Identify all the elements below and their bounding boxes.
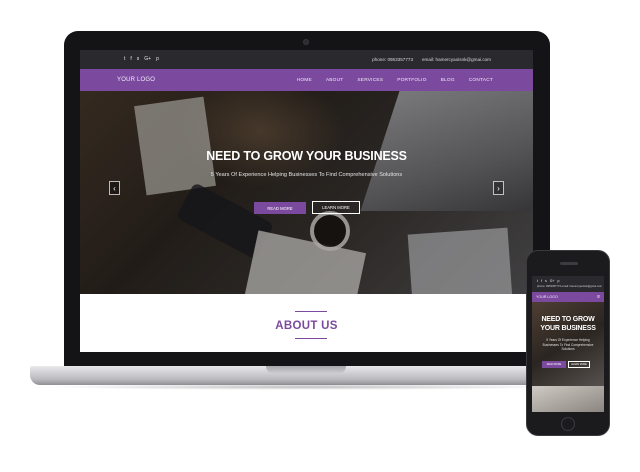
phone-contact-info: phone: 0953357773 email: hamercyaoisnk@g…: [537, 285, 603, 289]
pinterest-icon[interactable]: p: [156, 57, 159, 62]
twitter-icon[interactable]: t: [124, 57, 125, 62]
phone-site-logo[interactable]: YOUR LOGO: [536, 295, 558, 299]
main-nav: YOUR LOGO HOME ABOUT SERVICES PORTFOLIO …: [80, 69, 533, 91]
google-plus-icon[interactable]: G+: [550, 279, 555, 284]
about-section: ABOUT US: [80, 294, 533, 352]
hero-banner: NEED TO GROW YOUR BUSINESS 5 Years Of Ex…: [80, 91, 533, 294]
site-logo[interactable]: YOUR LOGO: [117, 77, 155, 83]
hero-subtitle: 5 Years Of Experience Helping Businesses…: [210, 172, 403, 178]
pinterest-icon[interactable]: p: [558, 279, 560, 284]
hero-title: NEED TO GROW YOUR BUSINESS: [206, 149, 407, 163]
phone-hero-title-line2: YOUR BUSINESS: [540, 324, 596, 332]
phone-read-more-button[interactable]: READ MORE: [542, 361, 566, 368]
email-link[interactable]: email: hamercyaoisnk@gmai.com: [422, 57, 491, 62]
phone-hero-photo: [532, 386, 604, 412]
nav-item-portfolio[interactable]: PORTFOLIO: [397, 78, 426, 83]
laptop-camera: [303, 39, 309, 45]
laptop-notch: [266, 366, 346, 374]
facebook-icon[interactable]: f: [130, 57, 131, 62]
nav-item-about[interactable]: ABOUT: [326, 78, 344, 83]
phone-learn-more-button[interactable]: LEARN MORE: [568, 361, 590, 368]
phone-nav: YOUR LOGO ≡: [532, 292, 604, 302]
hamburger-menu-icon[interactable]: ≡: [597, 294, 600, 300]
prev-slide-icon[interactable]: ‹: [109, 181, 120, 195]
learn-more-button[interactable]: LEARN MORE: [312, 201, 360, 214]
nav-item-contact[interactable]: CONTACT: [469, 78, 493, 83]
about-title: ABOUT US: [275, 320, 338, 332]
skype-icon[interactable]: s: [137, 57, 140, 62]
skype-icon[interactable]: s: [545, 279, 547, 284]
phone-text: phone: 0953357773: [372, 57, 413, 62]
phone-hero-banner: NEED TO GROW YOUR BUSINESS 5 Years Of Ex…: [532, 302, 604, 386]
laptop-shadow: [40, 384, 570, 390]
phone-hero-subtitle: 5 Years Of Experience Helping Businesses…: [542, 338, 594, 352]
nav-menu: HOME ABOUT SERVICES PORTFOLIO BLOG CONTA…: [297, 78, 493, 83]
read-more-button[interactable]: READ MORE: [254, 202, 306, 214]
contact-info: phone: 0953357773 email: hamercyaoisnk@g…: [372, 57, 491, 62]
nav-item-blog[interactable]: BLOG: [441, 78, 455, 83]
nav-item-home[interactable]: HOME: [297, 78, 312, 83]
phone-home-button: [561, 417, 575, 431]
divider: [295, 311, 327, 312]
google-plus-icon[interactable]: G+: [144, 57, 151, 62]
phone-screen: t f s G+ p phone: 0953357773 email: hame…: [532, 276, 604, 412]
laptop-screen: t f s G+ p phone: 0953357773 email: hame…: [80, 50, 533, 352]
hero-overlay: [80, 91, 533, 294]
twitter-icon[interactable]: t: [537, 279, 538, 284]
phone-hero-title-line1: NEED TO GROW: [541, 316, 595, 323]
phone-social-links: t f s G+ p: [537, 279, 604, 284]
social-links: t f s G+ p: [124, 57, 159, 62]
phone-top-bar: t f s G+ p phone: 0953357773 email: hame…: [532, 276, 604, 292]
divider: [295, 338, 327, 339]
top-bar: t f s G+ p phone: 0953357773 email: hame…: [80, 50, 533, 69]
facebook-icon[interactable]: f: [541, 279, 542, 284]
phone-speaker: [560, 262, 578, 265]
nav-item-services[interactable]: SERVICES: [357, 78, 383, 83]
next-slide-icon[interactable]: ›: [493, 181, 504, 195]
phone-hero-title: NEED TO GROW YOUR BUSINESS: [532, 316, 604, 333]
